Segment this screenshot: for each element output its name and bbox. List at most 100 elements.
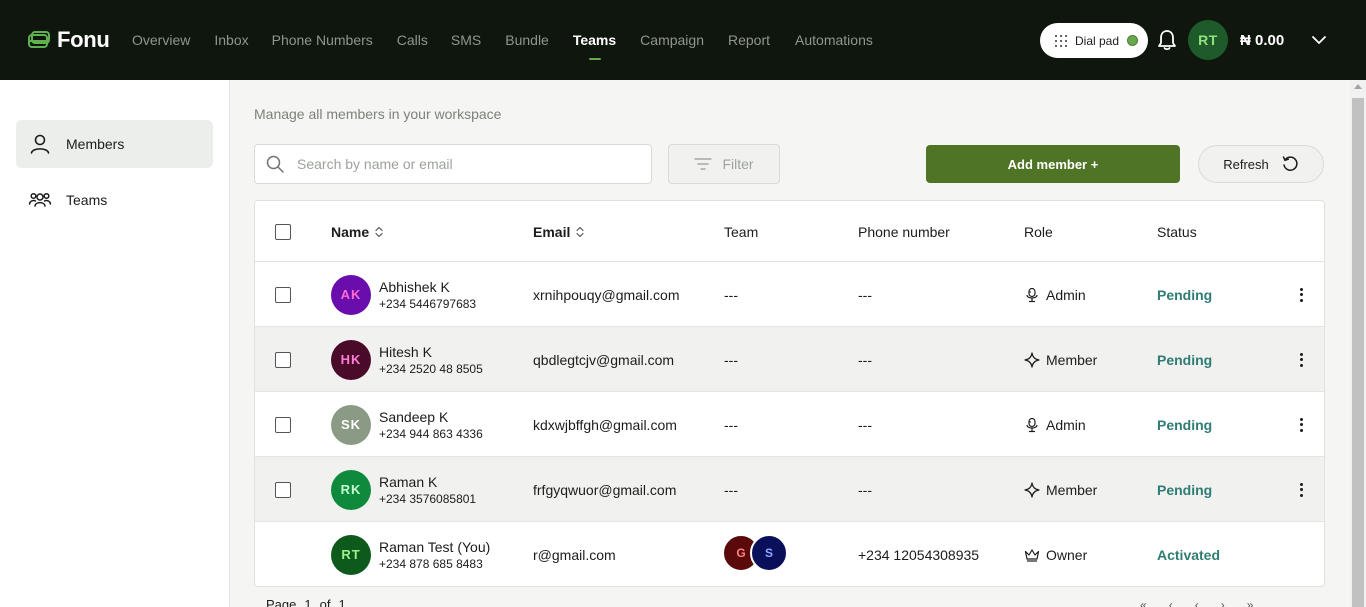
member-phone: +234 878 685 8483 [379, 556, 483, 571]
table-row[interactable]: SK Sandeep K +234 944 863 4336 kdxwjbffg… [255, 392, 1324, 457]
brand-logo[interactable]: Fonu [27, 27, 110, 53]
avatar: HK [331, 339, 371, 380]
chevron-down-icon[interactable] [1311, 33, 1327, 47]
nav-bundle[interactable]: Bundle [505, 0, 549, 80]
member-email: kdxwjbffgh@gmail.com [533, 416, 677, 433]
status-badge: Pending [1157, 481, 1213, 498]
member-role: Owner [1024, 522, 1087, 586]
prev-page-icon[interactable]: ‹ [1169, 598, 1173, 607]
nav-campaign[interactable]: Campaign [640, 0, 704, 80]
row-checkbox[interactable] [275, 481, 291, 498]
top-navigation-bar: Fonu Overview Inbox Phone Numbers Calls … [0, 0, 1366, 80]
total-pages: 1 [338, 597, 346, 607]
last-page-icon[interactable]: » [1247, 598, 1254, 607]
row-checkbox-cell [275, 262, 291, 327]
row-actions [1299, 262, 1303, 327]
refresh-label: Refresh [1223, 156, 1269, 172]
column-status: Status [1157, 223, 1197, 240]
refresh-button[interactable]: Refresh [1198, 145, 1324, 183]
sidebar-item-teams[interactable]: Teams [16, 176, 213, 224]
first-page-icon[interactable]: « [1140, 598, 1147, 607]
search-input[interactable] [297, 156, 627, 172]
column-label: Email [533, 223, 571, 240]
scrollbar[interactable] [1350, 80, 1366, 607]
table-row[interactable]: AK Abhishek K +234 5446797683 xrnihpouqy… [255, 262, 1324, 327]
page-indicator-icon: ‹ [1194, 598, 1199, 607]
role-label: Admin [1046, 286, 1086, 303]
add-member-button[interactable]: Add member + [926, 145, 1180, 183]
sidebar-item-label: Members [66, 136, 125, 152]
member-name: Hitesh K [379, 343, 432, 360]
more-options-icon[interactable] [1299, 482, 1303, 497]
sparkle-icon [1024, 481, 1040, 498]
dial-pad-button[interactable]: Dial pad [1040, 23, 1148, 58]
row-checkbox[interactable] [275, 351, 291, 368]
table-row[interactable]: HK Hitesh K +234 2520 48 8505 qbdlegtcjv… [255, 327, 1324, 392]
filter-icon [694, 158, 713, 170]
nav-report[interactable]: Report [728, 0, 770, 80]
row-checkbox[interactable] [275, 286, 291, 303]
nav-inbox[interactable]: Inbox [214, 0, 248, 80]
next-page-icon[interactable]: › [1221, 598, 1225, 607]
select-all-checkbox[interactable] [275, 223, 291, 240]
row-actions [1299, 327, 1303, 392]
member-email: xrnihpouqy@gmail.com [533, 286, 680, 303]
nav-phone-numbers[interactable]: Phone Numbers [272, 0, 373, 80]
column-name[interactable]: Name [331, 201, 383, 262]
role-label: Member [1046, 481, 1098, 498]
team-avatars: GS [722, 522, 804, 586]
pagination: Page 1 of 1 [266, 597, 346, 607]
current-page: 1 [304, 597, 312, 607]
dial-pad-label: Dial pad [1075, 33, 1120, 48]
team-avatar[interactable]: S [750, 534, 788, 572]
nav-sms[interactable]: SMS [451, 0, 481, 80]
column-phone-number: Phone number [858, 223, 950, 240]
member-name-cell: RT Raman Test (You) +234 878 685 8483 [331, 522, 490, 586]
member-team: --- [724, 416, 738, 433]
of-label: of [319, 597, 331, 607]
role-label: Member [1046, 351, 1098, 368]
avatar: RK [331, 469, 371, 510]
member-email: qbdlegtcjv@gmail.com [533, 351, 675, 368]
bell-icon[interactable] [1157, 29, 1177, 51]
nav-teams[interactable]: Teams [573, 0, 616, 80]
column-email[interactable]: Email [533, 201, 584, 262]
avatar: RT [331, 534, 371, 575]
user-icon [30, 134, 50, 154]
more-options-icon[interactable] [1299, 352, 1303, 367]
nav-overview[interactable]: Overview [132, 0, 190, 80]
status-badge: Pending [1157, 416, 1213, 433]
status-badge: Pending [1157, 286, 1213, 303]
sidebar: Members Teams [0, 80, 230, 607]
table-row[interactable]: RK Raman K +234 3576085801 frfgyqwuor@gm… [255, 457, 1324, 522]
row-actions [1299, 457, 1303, 522]
member-team: --- [724, 286, 738, 303]
sort-icon[interactable] [576, 226, 584, 238]
scroll-up-arrow-icon[interactable] [1354, 84, 1362, 89]
scrollbar-thumb[interactable] [1352, 98, 1364, 607]
members-table: Name Email Team Phone number Role Status… [254, 200, 1325, 587]
row-checkbox-cell [275, 457, 291, 522]
nav-automations[interactable]: Automations [795, 0, 873, 80]
avatar: AK [331, 274, 371, 315]
more-options-icon[interactable] [1299, 287, 1303, 302]
brand-name: Fonu [57, 27, 110, 52]
table-row[interactable]: RT Raman Test (You) +234 878 685 8483 r@… [255, 522, 1324, 586]
main-nav: Overview Inbox Phone Numbers Calls SMS B… [132, 0, 873, 80]
filter-button[interactable]: Filter [668, 144, 780, 184]
row-actions [1299, 392, 1303, 457]
row-checkbox[interactable] [275, 416, 291, 433]
sidebar-item-label: Teams [66, 192, 108, 208]
member-phone-number: --- [858, 416, 872, 433]
more-options-icon[interactable] [1299, 417, 1303, 432]
search-box[interactable] [254, 144, 652, 184]
user-avatar[interactable]: RT [1188, 20, 1228, 60]
member-name-cell: RK Raman K +234 3576085801 [331, 457, 476, 522]
microphone-icon [1024, 287, 1040, 303]
users-group-icon [28, 192, 52, 207]
sidebar-item-members[interactable]: Members [16, 120, 213, 168]
nav-calls[interactable]: Calls [397, 0, 428, 80]
sort-icon[interactable] [375, 226, 383, 238]
refresh-icon [1282, 156, 1298, 171]
member-phone: +234 944 863 4336 [379, 426, 483, 441]
